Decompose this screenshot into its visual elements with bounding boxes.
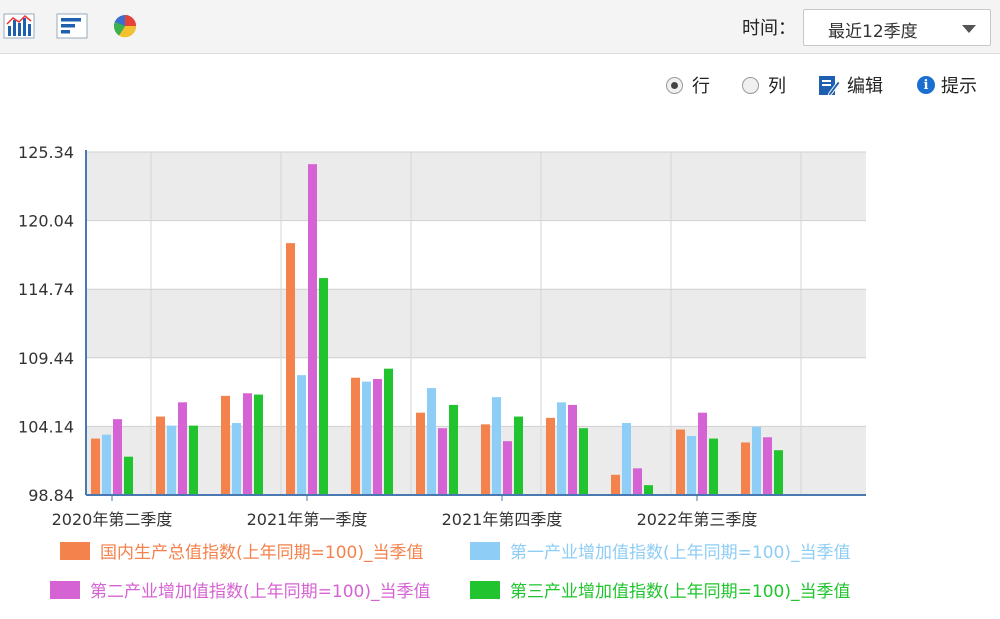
bar: [741, 442, 750, 495]
bar: [503, 441, 512, 495]
legend-item[interactable]: 国内生产总值指数(上年同期=100)_当季值: [60, 538, 423, 563]
bar-chart-icon[interactable]: [3, 12, 35, 40]
legend-label: 第二产业增加值指数(上年同期=100)_当季值: [90, 582, 431, 602]
radio-selected-icon: [666, 76, 683, 94]
grid-band: [86, 289, 866, 358]
column-radio[interactable]: 列: [742, 72, 786, 98]
bar: [709, 438, 718, 495]
bar: [297, 375, 306, 495]
bar: [427, 388, 436, 495]
legend-item[interactable]: 第三产业增加值指数(上年同期=100)_当季值: [470, 577, 850, 602]
bar: [178, 402, 187, 495]
y-tick-label: 125.34: [18, 143, 74, 162]
time-label: 时间：: [742, 18, 796, 39]
legend-swatch: [60, 541, 90, 560]
bar: [189, 425, 198, 495]
legend-swatch: [470, 580, 500, 599]
bar: [622, 423, 631, 495]
y-tick-label: 104.14: [18, 417, 74, 436]
bar: [481, 424, 490, 495]
bar: [102, 434, 111, 495]
bar: [243, 393, 252, 495]
legend-swatch: [470, 541, 500, 560]
bar: [492, 397, 501, 495]
bar: [698, 412, 707, 495]
bar: [633, 468, 642, 495]
column-radio-label: 列: [768, 76, 786, 97]
x-tick-label: 2020年第二季度: [52, 510, 173, 529]
legend-label: 第三产业增加值指数(上年同期=100)_当季值: [510, 582, 851, 602]
bar: [546, 417, 555, 495]
bar: [449, 404, 458, 495]
edit-label: 编辑: [847, 76, 883, 97]
legend-label: 国内生产总值指数(上年同期=100)_当季值: [100, 543, 424, 563]
pie-chart-icon[interactable]: [110, 12, 142, 40]
legend-item[interactable]: 第二产业增加值指数(上年同期=100)_当季值: [50, 577, 430, 602]
bar: [676, 429, 685, 495]
grid-band: [86, 152, 866, 221]
bar: [416, 412, 425, 495]
bar: [514, 416, 523, 495]
bar: [644, 485, 653, 495]
toolbar: 时间： 最近12季度: [0, 0, 1000, 54]
bar: [113, 419, 122, 495]
horizontal-bar-chart-icon[interactable]: [56, 12, 88, 40]
legend-label: 第一产业增加值指数(上年同期=100)_当季值: [510, 543, 851, 563]
row-radio-label: 行: [692, 76, 710, 97]
hint-label: 提示: [941, 76, 977, 97]
y-tick-label: 114.74: [18, 280, 74, 299]
period-select-value: 最近12季度: [828, 22, 918, 42]
x-tick-label: 2021年第一季度: [247, 510, 368, 529]
bar: [611, 474, 620, 495]
bar: [319, 278, 328, 495]
bar: [308, 164, 317, 495]
y-tick-label: 120.04: [18, 212, 74, 231]
chart: 98.84 104.14 109.44 114.74 120.04 125.34 2020年…: [18, 143, 866, 529]
bar: [124, 456, 133, 495]
bar: [568, 404, 577, 495]
info-icon: i: [917, 76, 935, 94]
edit-icon: [819, 76, 841, 97]
period-select[interactable]: 最近12季度: [803, 9, 991, 46]
y-tick-label: 98.84: [28, 486, 74, 505]
bar: [156, 416, 165, 495]
x-tick-label: 2022年第三季度: [637, 510, 758, 529]
legend-swatch: [50, 580, 80, 599]
bar: [221, 395, 230, 495]
legend-item[interactable]: 第一产业增加值指数(上年同期=100)_当季值: [470, 538, 850, 563]
bar: [438, 428, 447, 495]
y-tick-label: 109.44: [18, 349, 74, 368]
bar: [687, 435, 696, 495]
chevron-down-icon: [962, 25, 976, 33]
bar: [373, 379, 382, 495]
bar: [752, 426, 761, 495]
edit-button[interactable]: 编辑: [817, 72, 883, 98]
bar: [362, 381, 371, 495]
bar: [557, 402, 566, 495]
bar: [384, 368, 393, 495]
bar: [254, 394, 263, 495]
bar: [286, 243, 295, 495]
bar: [167, 425, 176, 495]
hint-button[interactable]: i 提示: [917, 72, 977, 98]
bar: [774, 450, 783, 495]
bar: [579, 428, 588, 495]
radio-unselected-icon: [742, 76, 759, 94]
bar: [763, 437, 772, 495]
bar: [232, 423, 241, 495]
bar: [91, 438, 100, 495]
bar: [351, 377, 360, 495]
row-radio[interactable]: 行: [666, 72, 710, 98]
x-tick-label: 2021年第四季度: [442, 510, 563, 529]
